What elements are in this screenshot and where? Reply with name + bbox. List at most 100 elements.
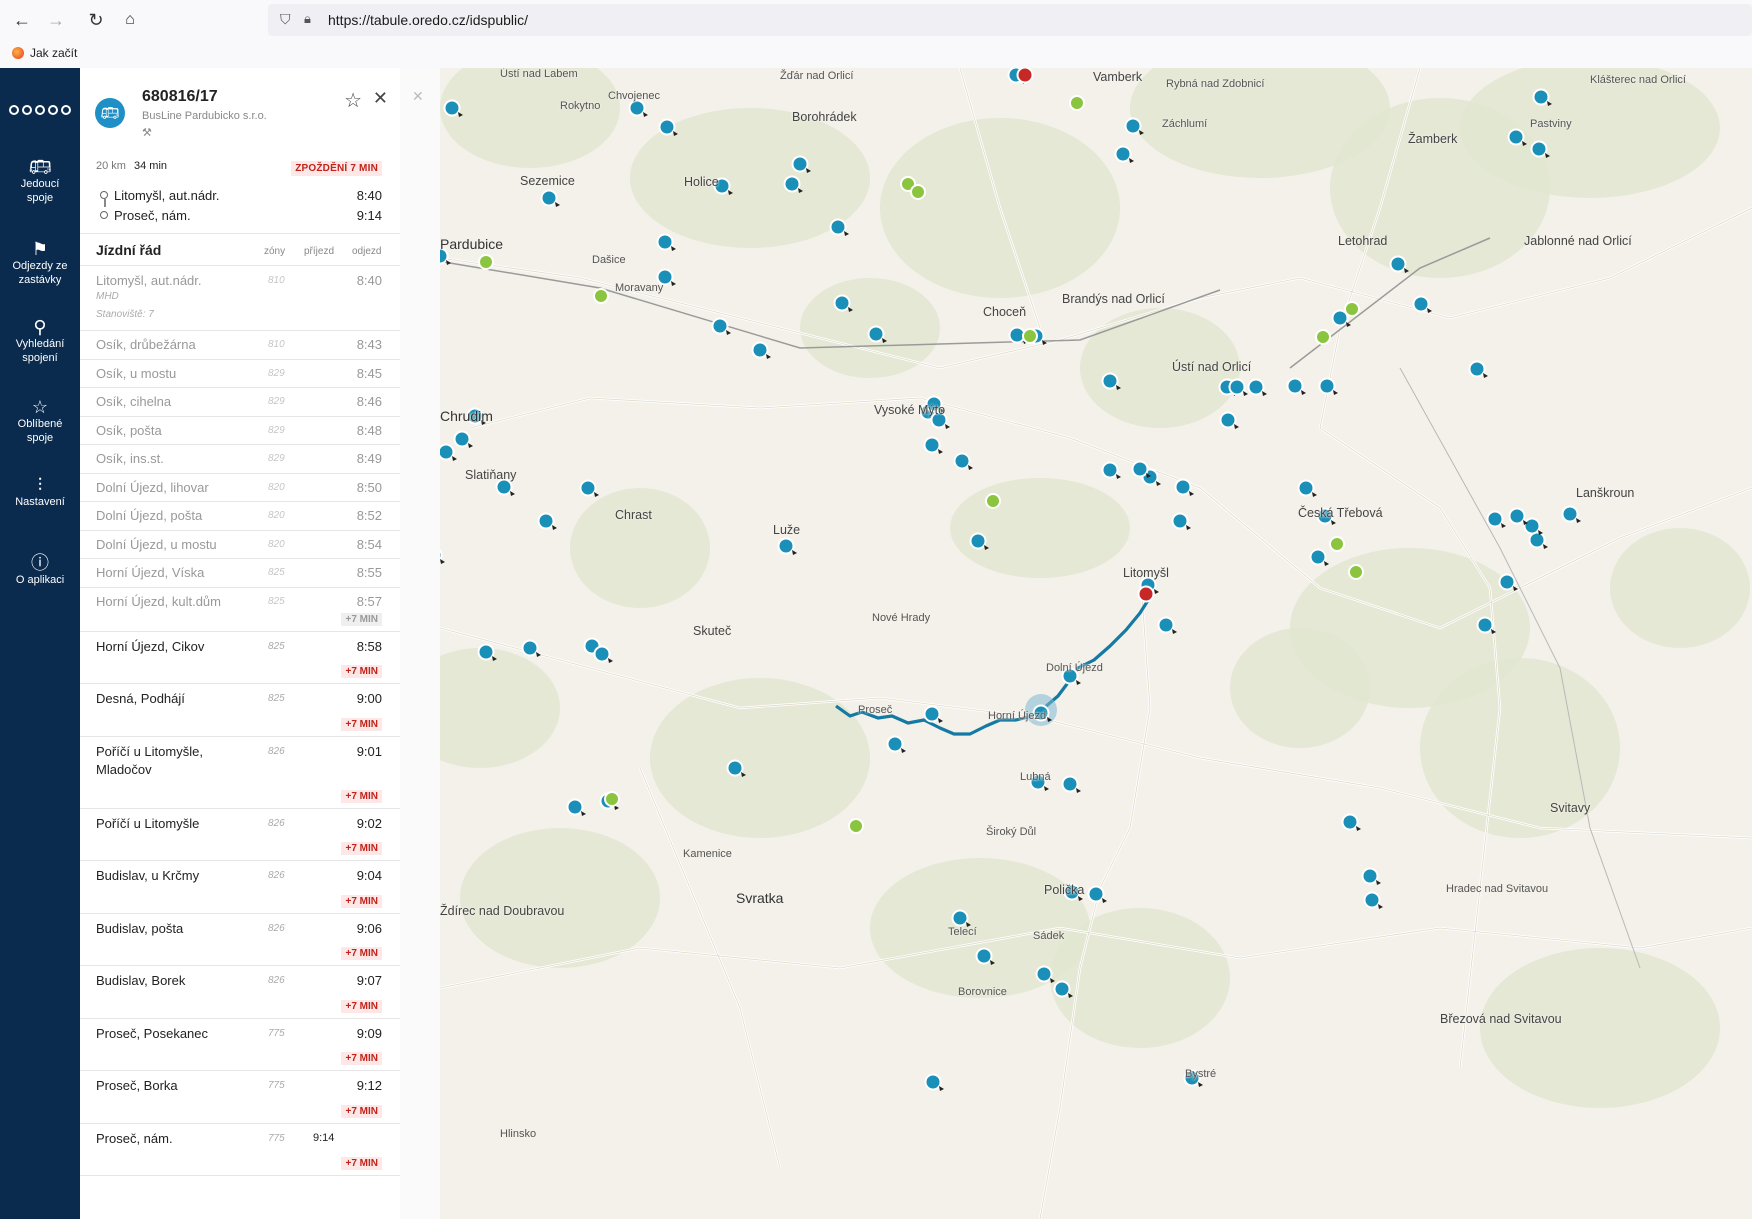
- bus-marker[interactable]: [1247, 378, 1265, 396]
- nav-item-departures[interactable]: ⚑ Odjezdy ze zastávky: [0, 240, 80, 287]
- bus-marker[interactable]: [1101, 372, 1119, 390]
- timetable-row[interactable]: Litomyšl, aut.nádr. 810 8:40 MHD Stanoviště:…: [80, 266, 400, 331]
- bus-marker[interactable]: [711, 317, 729, 335]
- bus-marker[interactable]: [1101, 461, 1119, 479]
- bus-marker[interactable]: [1035, 965, 1053, 983]
- home-icon[interactable]: ⌂: [118, 8, 142, 32]
- bus-marker[interactable]: [477, 643, 495, 661]
- bus-marker[interactable]: [1528, 531, 1546, 549]
- bus-marker[interactable]: [1318, 377, 1336, 395]
- train-marker[interactable]: [478, 254, 494, 270]
- bus-marker[interactable]: [969, 532, 987, 550]
- timetable-row[interactable]: Dolní Újezd, u mostu 820 8:54: [80, 530, 400, 559]
- nav-item-settings[interactable]: ⫶ Nastavení: [0, 476, 80, 509]
- bus-marker[interactable]: [1286, 377, 1304, 395]
- train-marker[interactable]: [985, 493, 1001, 509]
- timetable-row[interactable]: Proseč, Posekanec 775 9:09 +7 MIN: [80, 1018, 400, 1071]
- bus-marker[interactable]: [1498, 573, 1516, 591]
- nav-item-search[interactable]: ⚲ Vyhledání spojení: [0, 318, 80, 365]
- timetable-row[interactable]: Budislav, u Krčmy 826 9:04 +7 MIN: [80, 860, 400, 914]
- bus-marker[interactable]: [1219, 411, 1237, 429]
- timetable-row[interactable]: Poříčí u Litomyšle, Mladočov 826 9:01 +7 MIN: [80, 736, 400, 809]
- train-marker[interactable]: [1022, 328, 1038, 344]
- favourite-star-icon[interactable]: ☆: [344, 88, 362, 113]
- bus-marker[interactable]: [1508, 507, 1526, 525]
- bus-marker[interactable]: [1361, 867, 1379, 885]
- bus-marker[interactable]: [975, 947, 993, 965]
- timetable-row[interactable]: Proseč, Borka 775 9:12 +7 MIN: [80, 1070, 400, 1124]
- nav-item-favourites[interactable]: ☆ Oblíbené spoje: [0, 398, 80, 445]
- bus-marker[interactable]: [923, 436, 941, 454]
- timetable-row[interactable]: Horní Újezd, Víska 825 8:55: [80, 558, 400, 588]
- address-bar[interactable]: ⛉ 🔒︎ https://tabule.oredo.cz/idspublic/: [268, 4, 1752, 36]
- bus-marker[interactable]: [1468, 360, 1486, 378]
- bus-marker[interactable]: [1053, 980, 1071, 998]
- bus-marker[interactable]: [1174, 478, 1192, 496]
- train-marker[interactable]: [604, 791, 620, 807]
- bus-marker[interactable]: [1486, 510, 1504, 528]
- alert-marker[interactable]: [1016, 68, 1034, 84]
- bus-marker[interactable]: [453, 430, 471, 448]
- bus-marker[interactable]: [656, 233, 674, 251]
- timetable-row[interactable]: Osík, drůbežárna 810 8:43: [80, 330, 400, 360]
- timetable-row[interactable]: Budislav, pošta 826 9:06 +7 MIN: [80, 913, 400, 966]
- timetable-row[interactable]: Osík, u mostu 829 8:45: [80, 359, 400, 388]
- bus-marker[interactable]: [924, 1073, 942, 1091]
- timetable-row[interactable]: Horní Újezd, Cikov 825 8:58 +7 MIN: [80, 631, 400, 684]
- bus-marker[interactable]: [1476, 616, 1494, 634]
- train-marker[interactable]: [1329, 536, 1345, 552]
- bus-marker[interactable]: [1131, 460, 1149, 478]
- bus-marker[interactable]: [1061, 775, 1079, 793]
- bus-marker[interactable]: [566, 798, 584, 816]
- timetable-row[interactable]: Poříčí u Litomyšle 826 9:02 +7 MIN: [80, 808, 400, 861]
- bus-marker[interactable]: [1523, 517, 1541, 535]
- bus-marker[interactable]: [1561, 505, 1579, 523]
- timetable-row[interactable]: Dolní Újezd, lihovar 820 8:50: [80, 473, 400, 502]
- bus-marker[interactable]: [440, 443, 455, 461]
- bus-marker[interactable]: [777, 537, 795, 555]
- bus-marker[interactable]: [1297, 479, 1315, 497]
- bus-marker[interactable]: [537, 512, 555, 530]
- timetable-row[interactable]: Osík, ins.st. 829 8:49: [80, 444, 400, 474]
- bus-marker[interactable]: [1530, 140, 1548, 158]
- bus-marker[interactable]: [1507, 128, 1525, 146]
- bus-marker[interactable]: [1363, 891, 1381, 909]
- bus-marker[interactable]: [1114, 145, 1132, 163]
- timetable-row[interactable]: Horní Újezd, kult.dům 825 8:57 +7 MIN: [80, 587, 400, 632]
- nav-item-running[interactable]: 🚌︎ Jedoucí spoje: [0, 158, 80, 205]
- train-marker[interactable]: [1315, 329, 1331, 345]
- bus-marker[interactable]: [953, 452, 971, 470]
- train-marker[interactable]: [1348, 564, 1364, 580]
- bus-marker[interactable]: [443, 99, 461, 117]
- map[interactable]: Ústí nad Labem Žďár nad Orlicí Vamberk Rybn…: [440, 68, 1752, 1219]
- bus-marker[interactable]: [1309, 548, 1327, 566]
- bus-marker[interactable]: [783, 175, 801, 193]
- bus-marker[interactable]: [829, 218, 847, 236]
- timetable-row[interactable]: Desná, Podhájí 825 9:00 +7 MIN: [80, 683, 400, 737]
- bookmark-item[interactable]: Jak začít: [12, 46, 77, 60]
- train-marker[interactable]: [910, 184, 926, 200]
- nav-item-about[interactable]: ⓘ O aplikaci: [0, 554, 80, 587]
- bus-marker[interactable]: [1228, 378, 1246, 396]
- train-marker[interactable]: [1344, 301, 1360, 317]
- bus-marker[interactable]: [1171, 512, 1189, 530]
- timetable-row[interactable]: Osík, cihelna 829 8:46: [80, 387, 400, 417]
- bus-marker[interactable]: [521, 639, 539, 657]
- bus-marker[interactable]: [1389, 255, 1407, 273]
- bus-marker[interactable]: [923, 705, 941, 723]
- bus-marker[interactable]: [833, 294, 851, 312]
- bus-marker[interactable]: [658, 118, 676, 136]
- alert-marker[interactable]: [1137, 585, 1155, 603]
- bus-marker[interactable]: [593, 645, 611, 663]
- timetable-row[interactable]: Osík, pošta 829 8:48: [80, 416, 400, 445]
- bus-marker[interactable]: [1124, 117, 1142, 135]
- bus-marker[interactable]: [1412, 295, 1430, 313]
- train-marker[interactable]: [593, 288, 609, 304]
- bus-marker[interactable]: [751, 341, 769, 359]
- bus-marker[interactable]: [791, 155, 809, 173]
- bus-marker[interactable]: [1341, 813, 1359, 831]
- bus-marker[interactable]: [1532, 88, 1550, 106]
- back-icon[interactable]: ←: [10, 8, 34, 32]
- bus-marker[interactable]: [1157, 616, 1175, 634]
- timetable-row[interactable]: Dolní Újezd, pošta 820 8:52: [80, 501, 400, 531]
